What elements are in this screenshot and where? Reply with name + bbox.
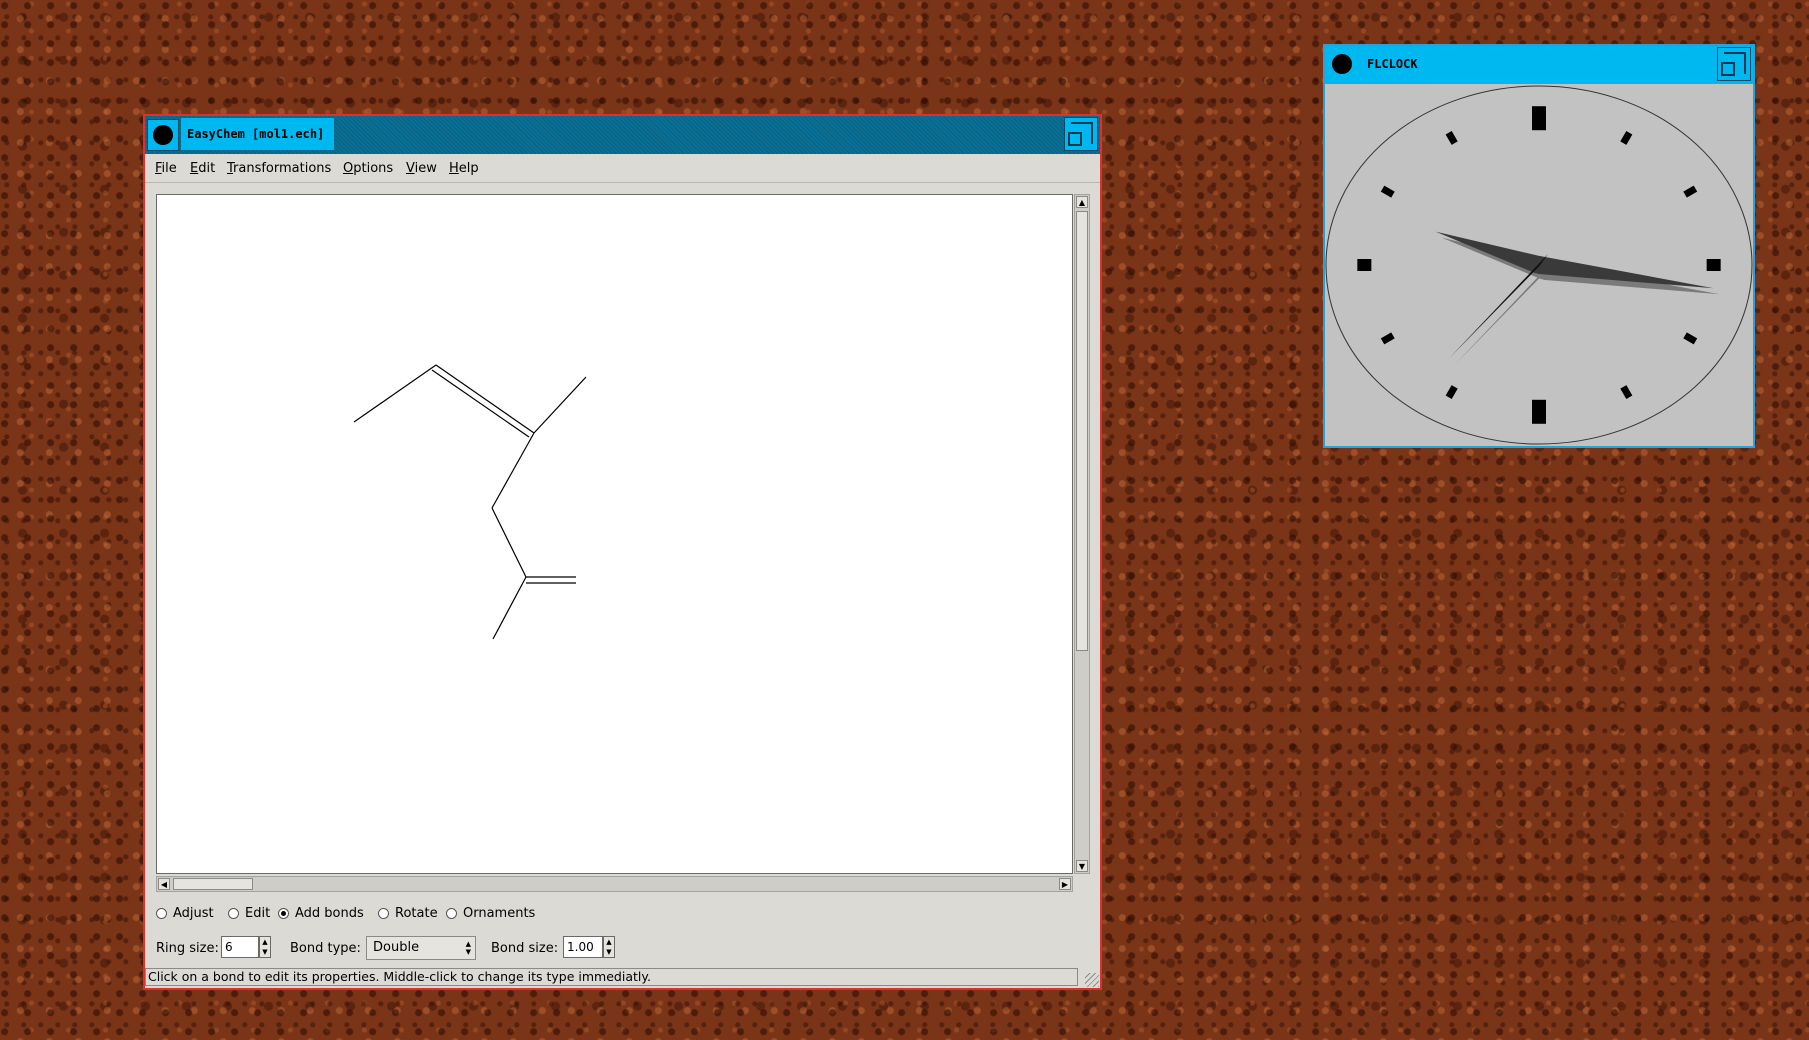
- vertical-scroll-thumb[interactable]: [1076, 211, 1088, 651]
- window-title: EasyChem [mol1.ech]: [181, 118, 335, 150]
- bond-type-label: Bond type:: [290, 941, 361, 956]
- menu-transformations-label: ransformations: [233, 161, 332, 176]
- menu-file-label: ile: [161, 161, 177, 176]
- menu-options[interactable]: Options: [343, 161, 393, 176]
- menubar: File Edit Transformations Options View H…: [145, 156, 1100, 183]
- bond[interactable]: [533, 376, 587, 434]
- hour-tick-mark: [1380, 332, 1395, 345]
- window-menu-button[interactable]: [1327, 49, 1357, 79]
- scroll-right-arrow[interactable]: ▶: [1059, 878, 1071, 890]
- radio-selected-icon[interactable]: [278, 908, 289, 919]
- hour-tick-mark: [1706, 259, 1721, 271]
- mode-add-bonds[interactable]: Add bonds: [278, 906, 364, 921]
- bond[interactable]: [435, 364, 535, 434]
- bond[interactable]: [353, 364, 437, 423]
- radio-icon[interactable]: [228, 908, 239, 919]
- menu-view-mnemonic: V: [406, 161, 415, 176]
- hour-tick-mark: [1683, 332, 1698, 345]
- window-title: FLCLOCK: [1367, 57, 1418, 71]
- menu-edit[interactable]: Edit: [190, 161, 215, 176]
- horizontal-scrollbar[interactable]: ◀ ▶: [156, 876, 1073, 892]
- window-menu-button[interactable]: [147, 119, 179, 151]
- hour-tick-mark: [1532, 399, 1546, 424]
- horizontal-scroll-thumb[interactable]: [173, 878, 253, 890]
- menu-file[interactable]: File: [155, 161, 177, 176]
- hour-tick-mark: [1445, 130, 1458, 145]
- circle-icon: [153, 125, 173, 145]
- mode-adjust[interactable]: Adjust: [156, 906, 214, 921]
- hour-tick-mark: [1683, 185, 1698, 198]
- easychem-titlebar[interactable]: EasyChem [mol1.ech]: [145, 116, 1100, 154]
- bond[interactable]: [492, 576, 527, 640]
- drawing-canvas[interactable]: [156, 194, 1073, 874]
- mode-adjust-label: Adjust: [173, 906, 214, 921]
- mode-ornaments-label: Ornaments: [463, 906, 536, 921]
- hour-tick-mark: [1620, 130, 1633, 145]
- chevron-updown-icon: ▲ ▼: [465, 940, 471, 956]
- mode-rotate-label: Rotate: [395, 906, 438, 921]
- maximize-button[interactable]: [1064, 117, 1098, 151]
- easychem-window[interactable]: EasyChem [mol1.ech] File Edit Transforma…: [143, 114, 1102, 990]
- flclock-titlebar[interactable]: FLCLOCK: [1325, 46, 1753, 84]
- scroll-up-arrow[interactable]: ▲: [1076, 196, 1088, 208]
- bond-type-select[interactable]: Double ▲ ▼: [366, 936, 476, 960]
- menu-view-label: iew: [414, 161, 437, 176]
- menu-options-label: ptions: [353, 161, 394, 176]
- scroll-left-arrow[interactable]: ◀: [158, 878, 170, 890]
- radio-icon[interactable]: [446, 908, 457, 919]
- menu-help-mnemonic: H: [449, 161, 459, 176]
- mode-edit-label: Edit: [245, 906, 271, 921]
- menu-view[interactable]: View: [406, 161, 437, 176]
- scroll-down-arrow[interactable]: ▼: [1076, 860, 1088, 872]
- bond-type-value: Double: [373, 940, 420, 955]
- molecule-drawing: [353, 364, 587, 640]
- hour-tick-mark: [1357, 259, 1372, 271]
- maximize-icon-inner: [1721, 62, 1735, 76]
- mode-add-bonds-label: Add bonds: [295, 906, 364, 921]
- mode-edit[interactable]: Edit: [228, 906, 270, 921]
- menu-options-mnemonic: O: [343, 161, 354, 176]
- ring-size-input[interactable]: 6: [221, 936, 259, 958]
- bond-size-input[interactable]: 1.00: [563, 936, 603, 958]
- flclock-window[interactable]: FLCLOCK: [1323, 44, 1755, 448]
- clock-face: [1325, 85, 1753, 445]
- menu-transformations[interactable]: Transformations: [227, 161, 331, 176]
- hour-tick-mark: [1380, 185, 1395, 198]
- hour-tick-mark: [1532, 106, 1546, 131]
- bond[interactable]: [491, 507, 527, 578]
- menu-help[interactable]: Help: [449, 161, 479, 176]
- hour-tick-mark: [1445, 385, 1458, 400]
- ring-size-stepper[interactable]: ▲ ▼: [259, 936, 271, 958]
- vertical-scrollbar[interactable]: ▲ ▼: [1074, 194, 1090, 874]
- ring-size-label: Ring size:: [156, 941, 219, 956]
- radio-icon[interactable]: [156, 908, 167, 919]
- clock-hands: [1435, 231, 1720, 366]
- bond-size-stepper[interactable]: ▲ ▼: [603, 936, 615, 958]
- bond-size-label: Bond size:: [491, 941, 559, 956]
- maximize-button[interactable]: [1717, 47, 1751, 81]
- status-bar: Click on a bond to edit its properties. …: [145, 968, 1078, 986]
- resize-grip-icon[interactable]: [1085, 973, 1099, 987]
- maximize-icon-inner: [1068, 132, 1082, 146]
- circle-icon: [1332, 54, 1352, 74]
- hour-tick-mark: [1620, 385, 1633, 400]
- bond-double-line: [431, 369, 530, 438]
- menu-edit-label: dit: [198, 161, 216, 176]
- mode-rotate[interactable]: Rotate: [378, 906, 438, 921]
- radio-icon[interactable]: [378, 908, 389, 919]
- menu-help-label: elp: [458, 161, 479, 176]
- bond[interactable]: [491, 432, 535, 509]
- menu-edit-mnemonic: E: [190, 161, 199, 176]
- mode-ornaments[interactable]: Ornaments: [446, 906, 535, 921]
